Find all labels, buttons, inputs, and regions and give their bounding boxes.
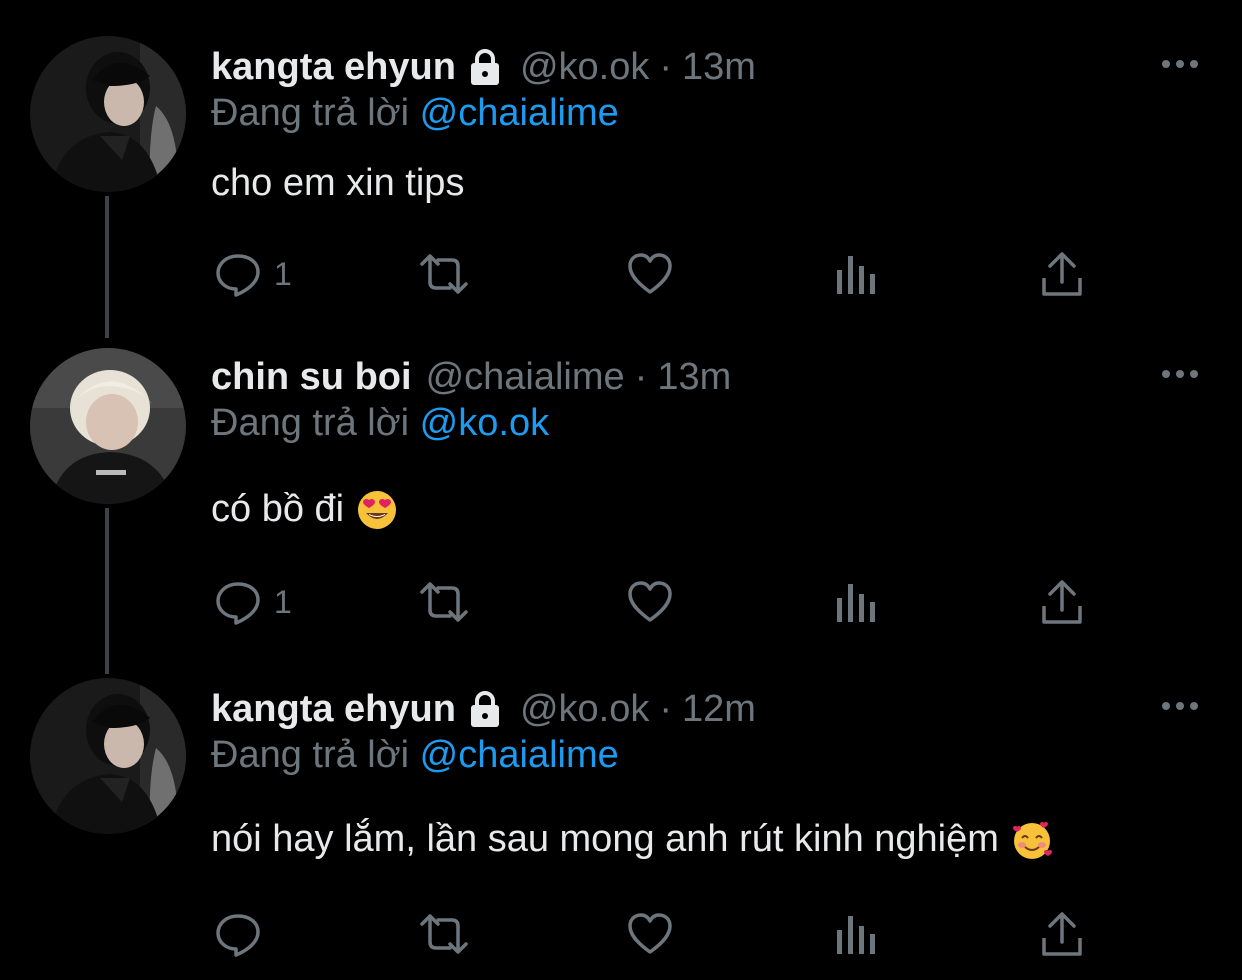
handle[interactable]: @chaialime [426, 356, 625, 399]
handle[interactable]: @ko.ok [520, 46, 649, 89]
share-icon [1042, 912, 1082, 956]
analytics-icon [837, 916, 875, 954]
tweet-text: nói hay lắm, lần sau mong anh rút kinh n… [211, 818, 1053, 861]
replying-to-label: Đang trả lời [211, 402, 410, 444]
reply-icon [216, 254, 260, 297]
reply-icon [216, 914, 260, 957]
avatar[interactable] [30, 348, 186, 504]
like-button[interactable] [626, 574, 674, 630]
tweet-text: có bồ đi [211, 488, 398, 531]
replying-to: Đang trả lời @chaialime [211, 92, 619, 135]
share-button[interactable] [1040, 574, 1084, 630]
avatar-blonde-hair-icon [30, 348, 186, 504]
heart-icon [628, 581, 672, 622]
tweet-actions [0, 906, 1242, 962]
more-options-icon[interactable] [1158, 696, 1202, 716]
tweet-header: chin su boi @chaialime · 13m [211, 350, 731, 404]
lock-icon [464, 688, 506, 730]
analytics-button[interactable] [834, 574, 878, 630]
avatar[interactable] [30, 678, 186, 834]
analytics-icon [837, 256, 875, 294]
reply-mention-link[interactable]: @chaialime [420, 92, 619, 134]
analytics-button[interactable] [834, 246, 878, 302]
reply-mention-link[interactable]: @ko.ok [420, 402, 549, 444]
share-icon [1042, 580, 1082, 624]
reply-count: 1 [274, 255, 292, 292]
share-icon [1042, 252, 1082, 296]
smiling-face-with-hearts-emoji [1011, 819, 1053, 861]
reply-count: 1 [274, 583, 292, 620]
more-options-icon[interactable] [1158, 364, 1202, 384]
separator: · [659, 45, 673, 88]
tweet[interactable]: chin su boi @chaialime · 13m Đang trả lờ… [0, 310, 1242, 640]
avatar-dark-hair-icon [30, 678, 186, 834]
analytics-button[interactable] [834, 906, 878, 962]
heart-icon [628, 913, 672, 954]
more-options-icon[interactable] [1158, 54, 1202, 74]
handle[interactable]: @ko.ok [520, 688, 649, 731]
analytics-icon [837, 584, 875, 622]
timestamp[interactable]: 12m [682, 688, 756, 731]
reply-button[interactable] [214, 906, 274, 962]
tweet-actions: 1 [0, 246, 1242, 302]
retweet-button[interactable] [416, 246, 472, 302]
tweet-header: kangta ehyun @ko.ok · 13m [211, 40, 756, 94]
reply-icon [216, 582, 260, 625]
replying-to-label: Đang trả lời [211, 734, 410, 776]
display-name[interactable]: kangta ehyun [211, 46, 456, 89]
tweet[interactable]: kangta ehyun @ko.ok · 12m Đang trả lời @… [0, 642, 1242, 980]
like-button[interactable] [626, 246, 674, 302]
heart-eyes-emoji [356, 489, 398, 531]
tweet-text-content: có bồ đi [211, 488, 345, 530]
tweet-text-content: nói hay lắm, lần sau mong anh rút kinh n… [211, 818, 999, 860]
lock-icon [464, 46, 506, 88]
tweet-header: kangta ehyun @ko.ok · 12m [211, 682, 756, 736]
avatar[interactable] [30, 36, 186, 192]
share-button[interactable] [1040, 246, 1084, 302]
replying-to-label: Đang trả lời [211, 92, 410, 134]
timestamp[interactable]: 13m [657, 356, 731, 399]
tweet-text: cho em xin tips [211, 162, 464, 205]
tweet-text-content: cho em xin tips [211, 162, 465, 204]
display-name[interactable]: kangta ehyun [211, 688, 456, 731]
display-name[interactable]: chin su boi [211, 356, 412, 399]
retweet-button[interactable] [416, 574, 472, 630]
retweet-button[interactable] [416, 906, 472, 962]
reply-button[interactable]: 1 [214, 246, 292, 302]
like-button[interactable] [626, 906, 674, 962]
retweet-icon [420, 582, 468, 622]
reply-mention-link[interactable]: @chaialime [420, 734, 619, 776]
retweet-icon [420, 914, 468, 954]
share-button[interactable] [1040, 906, 1084, 962]
avatar-dark-hair-icon [30, 36, 186, 192]
retweet-icon [420, 254, 468, 294]
timestamp[interactable]: 13m [682, 46, 756, 89]
separator: · [634, 355, 648, 398]
replying-to: Đang trả lời @chaialime [211, 734, 619, 777]
reply-button[interactable]: 1 [214, 574, 292, 630]
separator: · [659, 687, 673, 730]
tweet[interactable]: kangta ehyun @ko.ok · 13m Đang trả lời @… [0, 0, 1242, 330]
tweet-actions: 1 [0, 574, 1242, 630]
heart-icon [628, 253, 672, 294]
replying-to: Đang trả lời @ko.ok [211, 402, 549, 445]
